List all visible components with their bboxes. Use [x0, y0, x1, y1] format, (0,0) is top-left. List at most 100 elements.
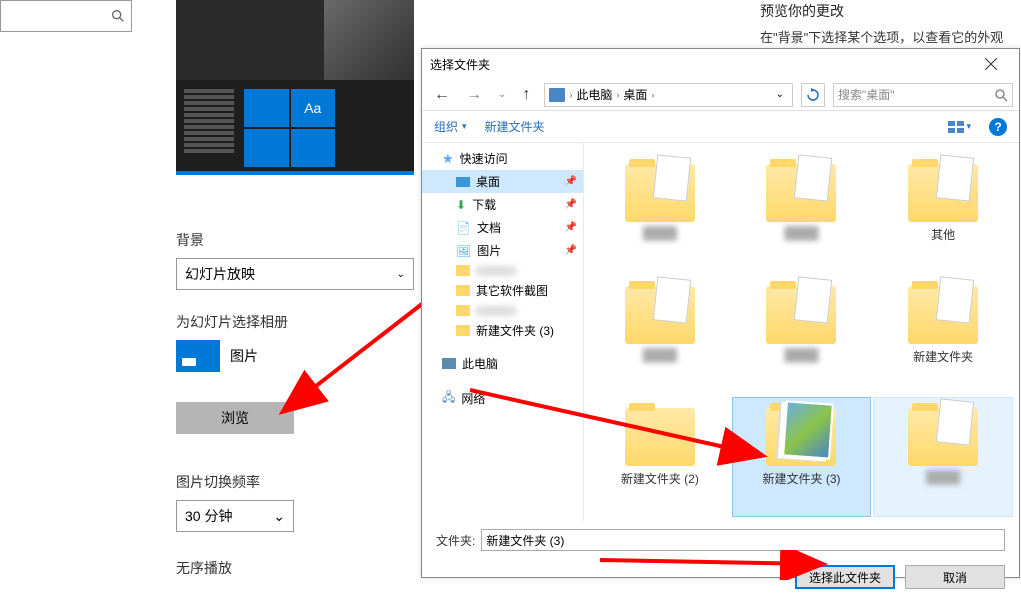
tree-network[interactable]: 🖧网络	[422, 385, 583, 412]
pc-icon	[442, 358, 456, 369]
breadcrumb-sep: ›	[569, 90, 572, 100]
dialog-title: 选择文件夹	[430, 56, 490, 73]
dialog-titlebar: 选择文件夹	[422, 49, 1019, 79]
file-item-label: 新建文件夹 (3)	[762, 470, 840, 487]
folder-field-label: 文件夹:	[436, 532, 475, 549]
file-item[interactable]: 新建文件夹 (3)	[732, 397, 872, 517]
search-icon	[994, 88, 1008, 102]
frequency-label: 图片切换频率	[176, 472, 294, 492]
search-placeholder: 搜索"桌面"	[838, 86, 895, 103]
tree-folder-item[interactable]	[422, 262, 583, 279]
folder-icon	[766, 286, 836, 344]
pc-icon	[549, 88, 565, 102]
file-item-label: ████	[643, 226, 677, 240]
tree-folder-item[interactable]	[422, 302, 583, 319]
folder-icon	[456, 285, 470, 296]
help-button[interactable]: ?	[989, 118, 1007, 136]
file-item[interactable]: ████	[732, 275, 872, 395]
tree-documents[interactable]: 📄文档📌	[422, 216, 583, 239]
file-item-label: ████	[643, 348, 677, 362]
settings-search-box[interactable]	[0, 0, 132, 32]
tree-pictures[interactable]: 🖼图片📌	[422, 239, 583, 262]
close-button[interactable]	[971, 50, 1011, 78]
network-icon: 🖧	[442, 388, 455, 409]
file-item[interactable]: ████	[590, 153, 730, 273]
tree-quick-access[interactable]: ★快速访问	[422, 147, 583, 170]
nav-up[interactable]: ↑	[516, 86, 536, 104]
tree-desktop[interactable]: 桌面📌	[422, 170, 583, 193]
folder-icon	[908, 164, 978, 222]
dialog-toolbar: 组织▾ 新建文件夹 ▾ ?	[422, 111, 1019, 143]
folder-icon	[456, 265, 470, 276]
file-item[interactable]: 其他	[873, 153, 1013, 273]
dialog-search-box[interactable]: 搜索"桌面"	[833, 83, 1013, 107]
tree-screenshots[interactable]: 其它软件截图	[422, 279, 583, 302]
folder-icon	[625, 408, 695, 466]
address-bar[interactable]: › 此电脑 › 桌面 › ⌄	[544, 83, 793, 107]
breadcrumb-sep: ›	[616, 90, 619, 100]
folder-icon	[766, 408, 836, 466]
preview-aa-tile: Aa	[291, 89, 336, 127]
frequency-dropdown[interactable]: 30 分钟 ⌄	[176, 500, 294, 532]
file-item-label: ████	[784, 348, 818, 362]
document-icon: 📄	[456, 221, 471, 235]
tree-newfolder3[interactable]: 新建文件夹 (3)	[422, 319, 583, 342]
file-item[interactable]: ████	[590, 275, 730, 395]
search-icon	[110, 8, 126, 24]
file-item-label: ████	[784, 226, 818, 240]
toolbar-new-folder[interactable]: 新建文件夹	[485, 118, 545, 135]
refresh-icon	[806, 88, 820, 102]
file-item[interactable]: 新建文件夹 (2)	[590, 397, 730, 517]
file-grid[interactable]: ████ ████ 其他 ████ ████ 新建文件夹新建文件夹 (2) 新建文件夹 (3…	[584, 143, 1019, 521]
background-value: 幻灯片放映	[185, 264, 255, 284]
help-title: 预览你的更改	[760, 0, 1010, 22]
view-icon	[948, 121, 964, 133]
pin-icon: 📌	[565, 176, 577, 187]
album-folder-icon	[176, 340, 220, 372]
folder-icon	[625, 286, 695, 344]
folder-icon	[766, 164, 836, 222]
file-item[interactable]: ████	[732, 153, 872, 273]
download-icon: ⬇	[456, 198, 466, 212]
folder-picker-dialog: 选择文件夹 ← → ⌄ ↑ › 此电脑 › 桌面 › ⌄ 搜索"桌面" 组织▾ …	[421, 48, 1020, 578]
album-label: 为幻灯片选择相册	[176, 312, 288, 332]
desktop-preview: Aa	[176, 0, 414, 175]
background-label: 背景	[176, 230, 414, 250]
folder-icon	[625, 164, 695, 222]
file-item-label: ████	[926, 470, 960, 484]
close-icon	[985, 58, 997, 70]
folder-icon	[908, 408, 978, 466]
breadcrumb-pc[interactable]: 此电脑	[576, 86, 612, 103]
file-item[interactable]: ████	[873, 397, 1013, 517]
nav-tree[interactable]: ★快速访问 桌面📌 ⬇下载📌 📄文档📌 🖼图片📌 其它软件截图 新建文件夹 (3…	[422, 143, 584, 521]
toolbar-organize[interactable]: 组织	[434, 118, 458, 135]
background-dropdown[interactable]: 幻灯片放映 ⌄	[176, 258, 414, 290]
nav-history[interactable]: ⌄	[492, 89, 512, 100]
dialog-nav: ← → ⌄ ↑ › 此电脑 › 桌面 › ⌄ 搜索"桌面"	[422, 79, 1019, 111]
chevron-down-icon: ⌄	[397, 269, 405, 280]
view-mode-button[interactable]: ▾	[948, 121, 971, 133]
folder-icon	[456, 325, 470, 336]
frequency-value: 30 分钟	[185, 506, 232, 526]
pin-icon: 📌	[565, 199, 577, 210]
file-item-label: 新建文件夹 (2)	[621, 470, 699, 487]
shuffle-label: 无序播放	[176, 558, 232, 578]
nav-back[interactable]: ←	[428, 86, 456, 104]
breadcrumb-sep: ›	[651, 90, 654, 100]
star-icon: ★	[442, 151, 454, 167]
breadcrumb-location[interactable]: 桌面	[623, 86, 647, 103]
pin-icon: 📌	[565, 245, 577, 256]
browse-button[interactable]: 浏览	[176, 402, 294, 434]
desktop-icon	[456, 177, 470, 187]
refresh-button[interactable]	[801, 83, 825, 107]
address-dropdown[interactable]: ⌄	[772, 89, 788, 100]
cancel-button[interactable]: 取消	[905, 565, 1005, 589]
album-name: 图片	[230, 346, 258, 366]
tree-this-pc[interactable]: 此电脑	[422, 352, 583, 375]
pin-icon: 📌	[565, 222, 577, 233]
folder-name-input[interactable]	[481, 529, 1005, 551]
file-item[interactable]: 新建文件夹	[873, 275, 1013, 395]
select-folder-button[interactable]: 选择此文件夹	[795, 565, 895, 589]
tree-downloads[interactable]: ⬇下载📌	[422, 193, 583, 216]
nav-forward[interactable]: →	[460, 86, 488, 104]
